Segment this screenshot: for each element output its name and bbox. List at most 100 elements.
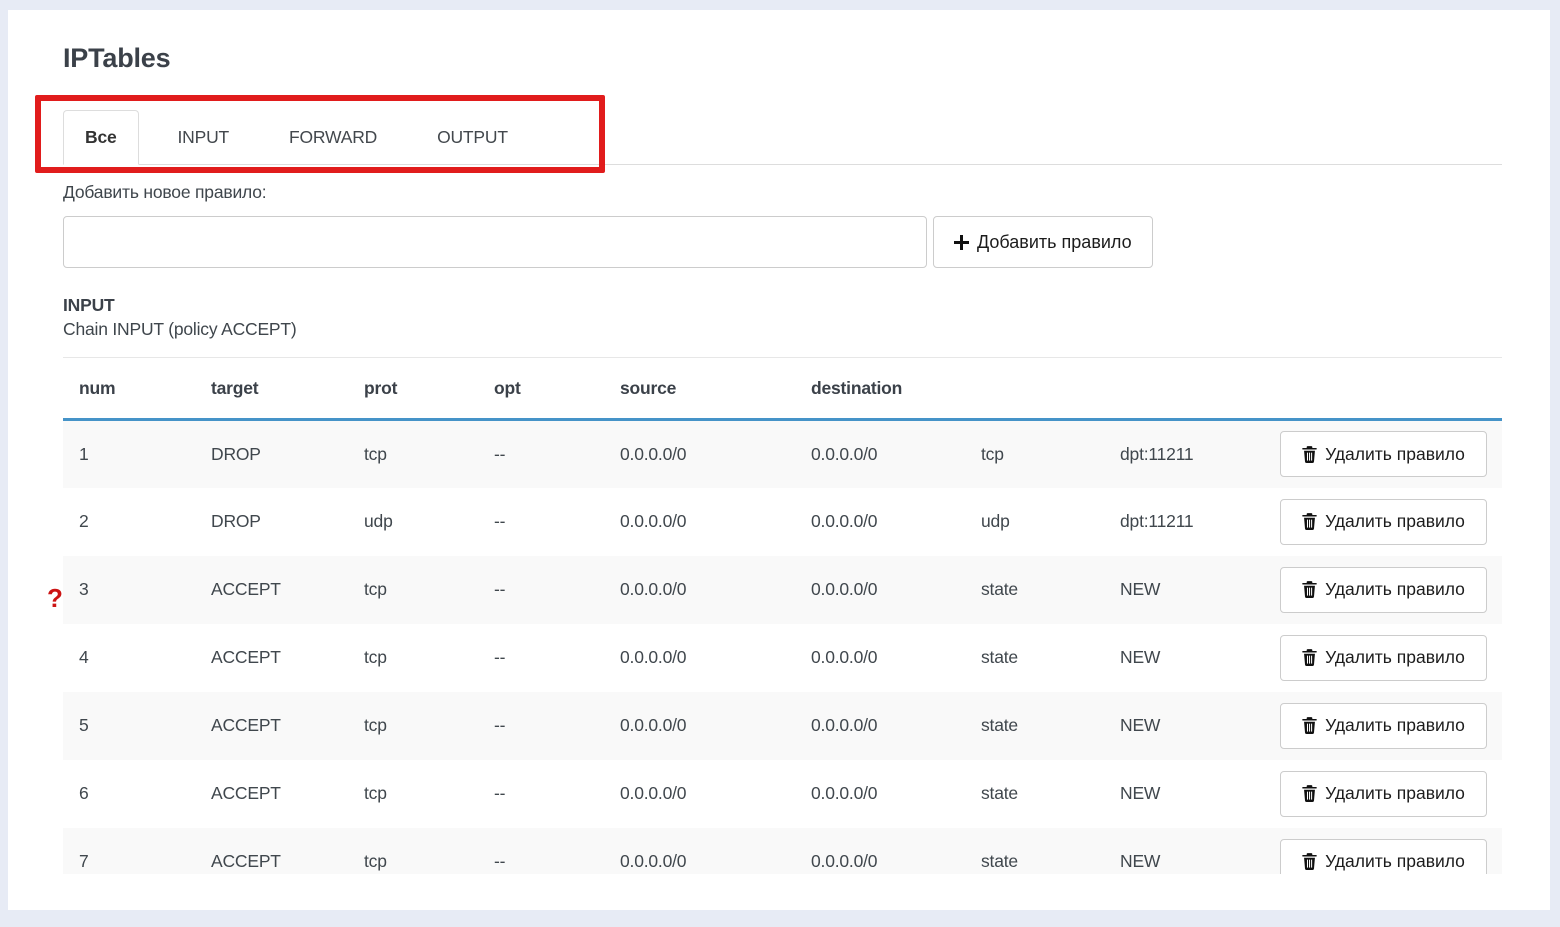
- cell-prot: tcp: [348, 556, 478, 624]
- trash-icon: [1302, 581, 1317, 598]
- delete-rule-button-label: Удалить правило: [1325, 783, 1465, 804]
- new-rule-input[interactable]: [63, 216, 927, 268]
- cell-detail: dpt:11211: [1104, 488, 1264, 556]
- trash-icon: [1302, 853, 1317, 870]
- cell-actions: Удалить правило: [1264, 420, 1502, 488]
- cell-actions: Удалить правило: [1264, 828, 1502, 875]
- cell-opt: --: [478, 420, 604, 488]
- cell-prot: udp: [348, 488, 478, 556]
- cell-detail: NEW: [1104, 828, 1264, 875]
- cell-opt: --: [478, 692, 604, 760]
- delete-rule-button[interactable]: Удалить правило: [1280, 499, 1487, 545]
- cell-source: 0.0.0.0/0: [604, 760, 795, 828]
- cell-detail: dpt:11211: [1104, 420, 1264, 488]
- cell-prot: tcp: [348, 624, 478, 692]
- delete-rule-button-label: Удалить правило: [1325, 647, 1465, 668]
- cell-actions: Удалить правило: [1264, 488, 1502, 556]
- cell-prot: tcp: [348, 692, 478, 760]
- cell-destination: 0.0.0.0/0: [795, 828, 965, 875]
- delete-rule-button[interactable]: Удалить правило: [1280, 703, 1487, 749]
- cell-target: DROP: [195, 488, 348, 556]
- cell-prot: tcp: [348, 828, 478, 875]
- rules-table-container: num target prot opt source destination 1: [63, 357, 1502, 874]
- table-row: 6 ACCEPT tcp -- 0.0.0.0/0 0.0.0.0/0 stat…: [63, 760, 1502, 828]
- tab-input[interactable]: INPUT: [157, 110, 251, 164]
- cell-target: ACCEPT: [195, 556, 348, 624]
- delete-rule-button[interactable]: Удалить правило: [1280, 635, 1487, 681]
- delete-rule-button[interactable]: Удалить правило: [1280, 839, 1487, 875]
- cell-actions: Удалить правило: [1264, 556, 1502, 624]
- tab-output[interactable]: OUTPUT: [416, 110, 529, 164]
- add-rule-form: Добавить правило: [63, 216, 1502, 268]
- delete-rule-button-label: Удалить правило: [1325, 579, 1465, 600]
- cell-match: state: [965, 828, 1104, 875]
- cell-destination: 0.0.0.0/0: [795, 488, 965, 556]
- cell-destination: 0.0.0.0/0: [795, 692, 965, 760]
- delete-rule-button-label: Удалить правило: [1325, 851, 1465, 872]
- cell-opt: --: [478, 624, 604, 692]
- trash-icon: [1302, 513, 1317, 530]
- cell-destination: 0.0.0.0/0: [795, 556, 965, 624]
- cell-source: 0.0.0.0/0: [604, 624, 795, 692]
- cell-destination: 0.0.0.0/0: [795, 624, 965, 692]
- cell-detail: NEW: [1104, 760, 1264, 828]
- trash-icon: [1302, 717, 1317, 734]
- table-row: 5 ACCEPT tcp -- 0.0.0.0/0 0.0.0.0/0 stat…: [63, 692, 1502, 760]
- cell-detail: NEW: [1104, 692, 1264, 760]
- col-header-opt: opt: [478, 358, 604, 420]
- cell-match: tcp: [965, 420, 1104, 488]
- cell-target: ACCEPT: [195, 828, 348, 875]
- cell-target: ACCEPT: [195, 624, 348, 692]
- cell-actions: Удалить правило: [1264, 692, 1502, 760]
- delete-rule-button[interactable]: Удалить правило: [1280, 431, 1487, 477]
- delete-rule-button[interactable]: Удалить правило: [1280, 771, 1487, 817]
- tab-all[interactable]: Все: [63, 110, 139, 165]
- cell-opt: --: [478, 828, 604, 875]
- table-header-row: num target prot opt source destination: [63, 358, 1502, 420]
- cell-target: DROP: [195, 420, 348, 488]
- cell-match: state: [965, 624, 1104, 692]
- cell-num: 5: [63, 692, 195, 760]
- delete-rule-button-label: Удалить правило: [1325, 715, 1465, 736]
- cell-source: 0.0.0.0/0: [604, 828, 795, 875]
- cell-num: 6: [63, 760, 195, 828]
- cell-source: 0.0.0.0/0: [604, 556, 795, 624]
- trash-icon: [1302, 446, 1317, 463]
- cell-detail: NEW: [1104, 624, 1264, 692]
- chain-name: INPUT: [63, 295, 1502, 316]
- chain-policy: Chain INPUT (policy ACCEPT): [63, 319, 1502, 340]
- table-row: 3 ACCEPT tcp -- 0.0.0.0/0 0.0.0.0/0 stat…: [63, 556, 1502, 624]
- cell-num: 2: [63, 488, 195, 556]
- tab-forward[interactable]: FORWARD: [268, 110, 398, 164]
- col-header-destination: destination: [795, 358, 965, 420]
- table-row: 7 ACCEPT tcp -- 0.0.0.0/0 0.0.0.0/0 stat…: [63, 828, 1502, 875]
- cell-num: 7: [63, 828, 195, 875]
- cell-opt: --: [478, 488, 604, 556]
- rules-table: num target prot opt source destination 1: [63, 357, 1502, 874]
- col-header-actions: [1264, 358, 1502, 420]
- add-rule-button[interactable]: Добавить правило: [933, 216, 1153, 268]
- table-row: 2 DROP udp -- 0.0.0.0/0 0.0.0.0/0 udp dp…: [63, 488, 1502, 556]
- cell-num: 4: [63, 624, 195, 692]
- cell-destination: 0.0.0.0/0: [795, 420, 965, 488]
- cell-opt: --: [478, 556, 604, 624]
- cell-match: state: [965, 556, 1104, 624]
- col-header-match: [965, 358, 1104, 420]
- cell-num: 3: [63, 556, 195, 624]
- delete-rule-button-label: Удалить правило: [1325, 444, 1465, 465]
- cell-actions: Удалить правило: [1264, 760, 1502, 828]
- col-header-source: source: [604, 358, 795, 420]
- cell-source: 0.0.0.0/0: [604, 420, 795, 488]
- cell-source: 0.0.0.0/0: [604, 488, 795, 556]
- col-header-target: target: [195, 358, 348, 420]
- cell-prot: tcp: [348, 420, 478, 488]
- cell-destination: 0.0.0.0/0: [795, 760, 965, 828]
- add-rule-label: Добавить новое правило:: [63, 182, 1502, 203]
- trash-icon: [1302, 785, 1317, 802]
- page: IPTables Все INPUT FORWARD OUTPUT Добави…: [0, 0, 1560, 927]
- cell-num: 1: [63, 420, 195, 488]
- plus-icon: [954, 235, 969, 250]
- cell-opt: --: [478, 760, 604, 828]
- cell-detail: NEW: [1104, 556, 1264, 624]
- delete-rule-button[interactable]: Удалить правило: [1280, 567, 1487, 613]
